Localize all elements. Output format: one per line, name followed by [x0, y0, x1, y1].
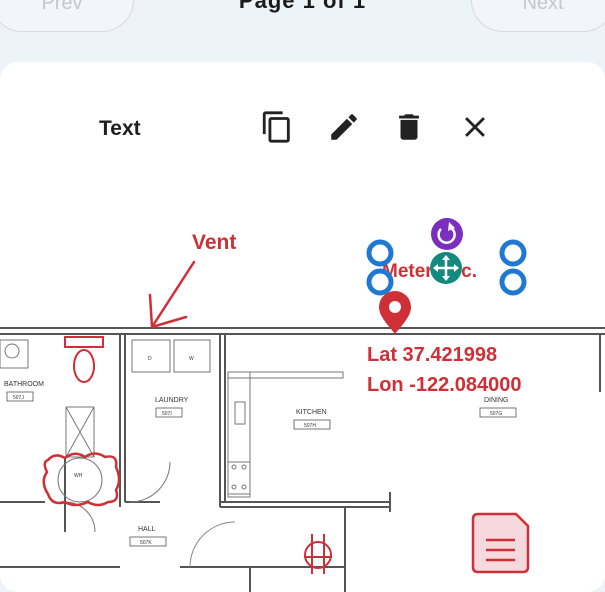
longitude-text[interactable]: Lon -122.084000 — [367, 374, 522, 396]
laundry-appliances — [131, 339, 211, 373]
markup-rectangle[interactable] — [64, 336, 104, 348]
toolbar-title: Text — [99, 117, 141, 140]
markup-ellipse[interactable] — [73, 349, 95, 383]
floor-plan: D W BATHROOM 507J LAUNDRY 507I KITCHEN 5… — [0, 218, 605, 592]
rotate-handle-icon[interactable] — [431, 218, 463, 250]
vent-arrow[interactable] — [148, 260, 196, 329]
move-handle-icon[interactable] — [430, 252, 462, 284]
room-code-hall: 507K — [140, 540, 152, 546]
kitchen-counters — [227, 371, 344, 498]
meter-label[interactable]: Meter Loc. — [382, 261, 477, 282]
dryer-tag: W — [189, 356, 194, 362]
room-labels: BATHROOM 507J LAUNDRY 507I KITCHEN 507H … — [4, 381, 517, 547]
close-icon[interactable] — [458, 110, 492, 144]
delete-icon[interactable] — [392, 110, 426, 144]
room-name-hall: HALL — [138, 526, 156, 533]
page-navigation-bar: Prev Page 1 of 1 Next — [0, 0, 605, 62]
room-name-dining: DINING — [484, 397, 509, 404]
water-heater-tag: WH — [74, 473, 83, 479]
room-code-kitchen: 507H — [304, 423, 316, 429]
room-code-laundry: 507I — [162, 411, 172, 417]
room-name-kitchen: KITCHEN — [296, 409, 327, 416]
document-canvas: D W BATHROOM 507J LAUNDRY 507I KITCHEN 5… — [0, 62, 605, 592]
resize-handle-icon[interactable] — [366, 239, 394, 267]
water-heater-cloud-markup[interactable]: WH — [42, 452, 121, 507]
resize-handle-icon[interactable] — [366, 268, 394, 296]
room-code-dining: 507G — [490, 411, 502, 417]
door-swings — [189, 521, 236, 568]
room-code-bathroom: 507J — [13, 395, 24, 401]
latitude-text[interactable]: Lat 37.421998 — [367, 344, 497, 366]
note-icon[interactable] — [471, 512, 530, 574]
room-name-bathroom: BATHROOM — [4, 381, 44, 388]
vent-label[interactable]: Vent — [192, 231, 236, 254]
resize-handle-icon[interactable] — [499, 268, 527, 296]
washer-tag: D — [148, 356, 152, 362]
room-name-laundry: LAUNDRY — [155, 397, 189, 404]
selection-handles[interactable] — [366, 218, 527, 296]
next-button[interactable]: Next — [471, 0, 605, 32]
resize-handle-icon[interactable] — [499, 239, 527, 267]
edit-icon[interactable] — [327, 110, 361, 144]
copy-icon[interactable] — [260, 110, 294, 144]
